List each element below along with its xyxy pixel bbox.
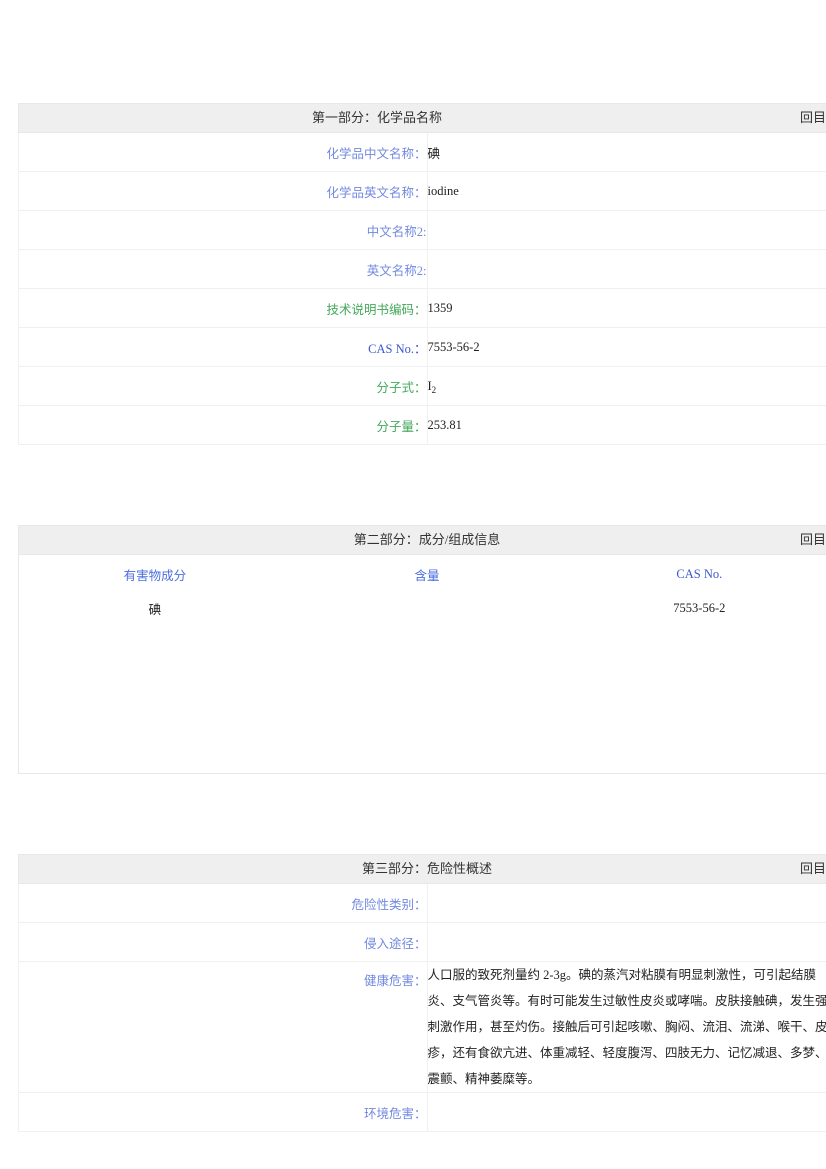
- empty-cell-1: [19, 623, 291, 774]
- cell-component-content: [291, 593, 563, 623]
- section-3-table: 第三部分：危险性概述 回目录 危险性类别： 侵入途径： 健康危害： 人口服的致死…: [18, 854, 826, 1132]
- section-gap-1: [18, 445, 826, 525]
- label-english-name: 化学品英文名称：: [18, 171, 428, 211]
- label-cas-number: CAS No.：: [18, 327, 428, 367]
- label-route-of-entry: 侵入途径：: [18, 922, 428, 962]
- label-hazard-category: 危险性类别：: [18, 883, 428, 923]
- value-health-hazard: 人口服的致死剂量约 2-3g。碘的蒸汽对粘膜有明显刺激性，可引起结膜炎、支气管炎…: [426, 961, 826, 1093]
- table-row: 侵入途径：: [18, 922, 826, 962]
- empty-cell-3: [563, 623, 826, 774]
- section-3-header-row: 第三部分：危险性概述 回目录: [18, 854, 826, 884]
- label-chinese-name: 化学品中文名称：: [18, 132, 428, 172]
- section-2-header-cell: 第二部分：成分/组成信息 回目录: [18, 525, 826, 555]
- section-1-title: 第一部分：化学品名称: [311, 110, 442, 125]
- label-molecular-formula: 分子式：: [18, 366, 428, 406]
- section-1-header-row: 第一部分：化学品名称 回目录: [18, 103, 826, 133]
- table-row: 碘 7553-56-2: [19, 593, 826, 623]
- back-to-contents-link-2[interactable]: 回目录: [800, 526, 826, 554]
- table-row: CAS No.： 7553-56-2: [18, 327, 826, 367]
- table-row: 化学品英文名称： iodine: [18, 171, 826, 211]
- value-molecular-weight: 253.81: [426, 405, 826, 445]
- value-english-name-2: [426, 249, 826, 289]
- label-chinese-name-2: 中文名称2:: [18, 210, 428, 250]
- section-2-title: 第二部分：成分/组成信息: [353, 532, 501, 547]
- table-row: 化学品中文名称： 碘: [18, 132, 826, 172]
- label-environmental-hazard: 环境危害：: [18, 1092, 428, 1132]
- composition-header-row: 有害物成分 含量 CAS No.: [19, 555, 826, 594]
- cell-component-cas: 7553-56-2: [673, 600, 726, 615]
- table-row: 分子式： I2: [18, 366, 826, 406]
- table-row: 危险性类别：: [18, 883, 826, 923]
- table-row: 分子量： 253.81: [18, 405, 826, 445]
- value-tech-spec-code: 1359: [426, 288, 826, 328]
- value-hazard-category: [426, 883, 826, 923]
- msds-document: 第一部分：化学品名称 回目录 化学品中文名称： 碘 化学品英文名称： iodin…: [0, 0, 826, 1132]
- section-3-title: 第三部分：危险性概述: [361, 861, 492, 876]
- label-health-hazard: 健康危害：: [18, 961, 428, 1093]
- label-molecular-weight: 分子量：: [18, 405, 428, 445]
- value-environmental-hazard: [426, 1092, 826, 1132]
- section-3-header-cell: 第三部分：危险性概述 回目录: [18, 854, 826, 884]
- empty-cell-2: [291, 623, 563, 774]
- value-route-of-entry: [426, 922, 826, 962]
- value-cas-number: 7553-56-2: [426, 327, 826, 367]
- composition-empty-space: [19, 623, 826, 774]
- section-2-header-row: 第二部分：成分/组成信息 回目录: [18, 525, 826, 555]
- section-gap-2: [18, 774, 826, 854]
- value-chinese-name: 碘: [426, 132, 826, 172]
- section-1-table: 第一部分：化学品名称 回目录 化学品中文名称： 碘 化学品英文名称： iodin…: [18, 103, 826, 445]
- column-header-component: 有害物成分: [123, 568, 187, 583]
- value-chinese-name-2: [426, 210, 826, 250]
- table-row: 技术说明书编码： 1359: [18, 288, 826, 328]
- label-english-name-2: 英文名称2:: [18, 249, 428, 289]
- back-to-contents-link-1[interactable]: 回目录: [800, 104, 826, 132]
- back-to-contents-link-3[interactable]: 回目录: [800, 855, 826, 883]
- section-2-table: 第二部分：成分/组成信息 回目录 有害物成分 含量 CAS No. 碘 7553…: [18, 525, 826, 774]
- table-row: 健康危害： 人口服的致死剂量约 2-3g。碘的蒸汽对粘膜有明显刺激性，可引起结膜…: [18, 961, 826, 1093]
- table-row: 环境危害：: [18, 1092, 826, 1132]
- table-row: 中文名称2:: [18, 210, 826, 250]
- column-header-cas: CAS No.: [676, 566, 723, 581]
- label-tech-spec-code: 技术说明书编码：: [18, 288, 428, 328]
- table-row: 英文名称2:: [18, 249, 826, 289]
- value-english-name: iodine: [426, 171, 826, 211]
- cell-component-name: 碘: [148, 602, 162, 617]
- value-molecular-formula: I2: [426, 366, 826, 406]
- column-header-content: 含量: [414, 568, 440, 583]
- section-1-header-cell: 第一部分：化学品名称 回目录: [18, 103, 826, 133]
